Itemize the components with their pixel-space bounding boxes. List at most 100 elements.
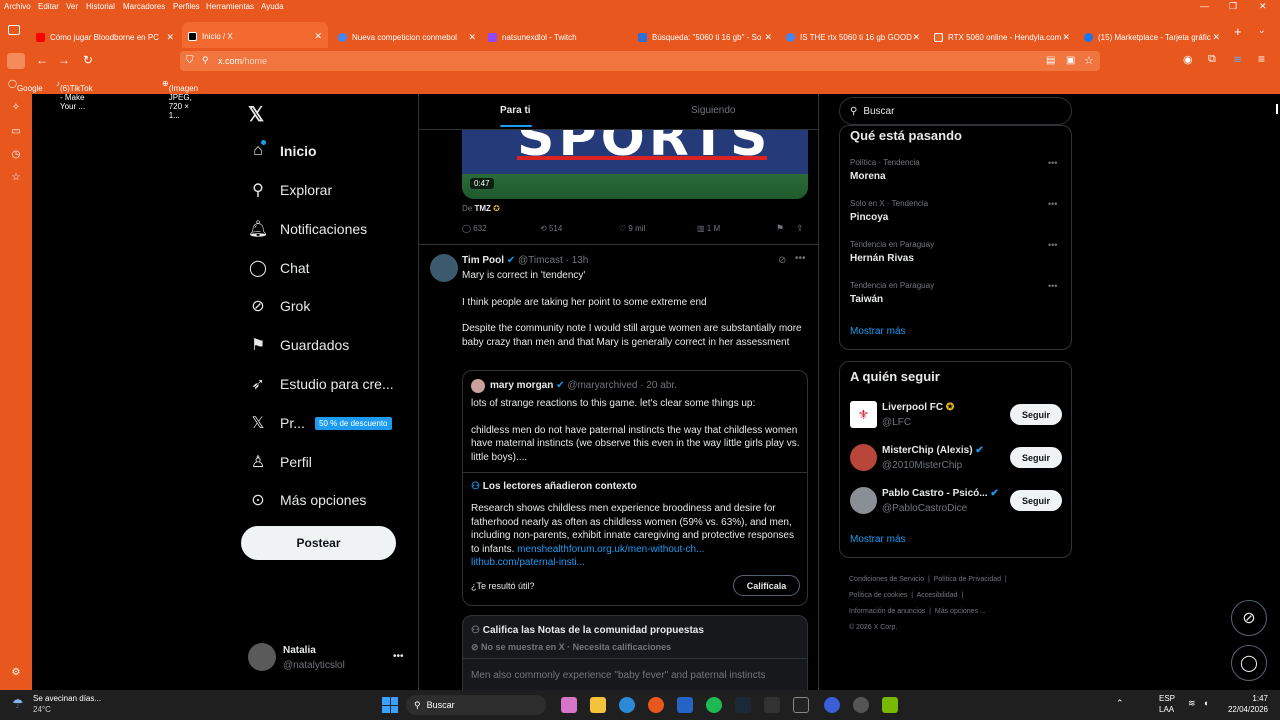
settings-icon[interactable]: ⚙	[10, 667, 22, 679]
trends-show-more[interactable]: Mostrar más	[850, 326, 906, 337]
reader-view-icon[interactable]: ▤	[1046, 55, 1055, 66]
firefox-icon[interactable]	[648, 697, 664, 713]
epic-games-icon[interactable]	[793, 697, 809, 713]
wtf-name[interactable]: Liverpool FC ✪	[882, 402, 954, 413]
grok-float-icon[interactable]: ⊘	[1231, 600, 1267, 636]
scrollbar-thumb[interactable]	[1276, 104, 1278, 114]
view-count[interactable]: ▥ 1 M	[697, 224, 720, 233]
tab-busqueda[interactable]: Búsqueda: "5060 ti 16 gb" - So ✕	[632, 23, 778, 51]
new-tab-icon[interactable]: +	[1234, 24, 1242, 39]
windows-start-icon[interactable]	[382, 697, 398, 713]
lfc-crest-icon[interactable]: ⚜	[850, 401, 877, 428]
picture-icon[interactable]: ▣	[1066, 55, 1075, 66]
author-handle[interactable]: @Timcast	[518, 255, 563, 266]
reply-count[interactable]: ◯ 632	[462, 224, 487, 233]
minimize-icon[interactable]: —	[1200, 1, 1209, 11]
tab-conmebol[interactable]: Nueva competicion conmebol ✕	[332, 23, 482, 51]
wtf-name[interactable]: MisterChip (Alexis) ✔	[882, 445, 984, 456]
volume-icon[interactable]: ◖	[1203, 698, 1208, 708]
close-window-icon[interactable]: ✕	[1259, 1, 1267, 12]
footer-link[interactable]: Accesibilidad	[917, 592, 958, 599]
wtf-name[interactable]: Pablo Castro - Psicó... ✔	[882, 488, 999, 499]
clock-date[interactable]: 22/04/2026	[1224, 705, 1268, 714]
wtf-show-more[interactable]: Mostrar más	[850, 534, 906, 545]
source-name[interactable]: TMZ	[474, 204, 490, 213]
footer-link[interactable]: Condiciones de Servicio	[849, 576, 924, 583]
bookmark-star-icon[interactable]: ☆	[1084, 54, 1094, 67]
wifi-icon[interactable]: ≋	[1188, 698, 1196, 709]
url-bar[interactable]: ⛉ ⚲ x.com/home ▤ ▣ ☆	[180, 51, 1100, 71]
nav-guardados[interactable]: ⚑ Guardados	[248, 330, 349, 360]
tab-overview-icon[interactable]	[8, 25, 20, 35]
post-button[interactable]: Postear	[241, 526, 396, 560]
tab-list-icon[interactable]: ⌄	[1258, 25, 1266, 36]
reload-icon[interactable]: ↻	[83, 53, 93, 67]
trend-item[interactable]: Tendencia en Paraguay Taiwán	[850, 281, 1060, 305]
follow-button[interactable]: Seguir	[1010, 447, 1062, 468]
forward-icon[interactable]: →	[58, 53, 70, 67]
nav-estudio[interactable]: ➶ Estudio para cre...	[248, 369, 393, 399]
follow-button[interactable]: Seguir	[1010, 490, 1062, 511]
tweet-more-icon[interactable]: •••	[795, 253, 806, 264]
trend-more-icon[interactable]: •••	[1048, 199, 1057, 209]
tab-twitch[interactable]: natsunexdlol - Twitch	[482, 23, 632, 51]
avatar[interactable]	[850, 444, 877, 471]
nav-grok[interactable]: ⊘ Grok	[248, 291, 310, 321]
share-icon[interactable]: ⇪	[796, 223, 804, 234]
trend-item[interactable]: Política · Tendencia Morena	[850, 158, 1060, 182]
footer-link[interactable]: Política de cookies	[849, 592, 907, 599]
bookmark-google[interactable]: ◯ Google	[8, 79, 43, 93]
close-tab-icon[interactable]: ✕	[1212, 32, 1220, 43]
ai-chat-icon[interactable]: ✧	[10, 102, 22, 114]
tab-marketplace[interactable]: (15) Marketplace - Tarjeta gráfic ✕	[1078, 23, 1226, 51]
history-icon[interactable]: ◷	[10, 149, 22, 161]
nav-inicio[interactable]: ⌂ Inicio	[248, 136, 316, 166]
obs-icon[interactable]	[853, 697, 869, 713]
weather-icon[interactable]: ☂	[12, 696, 24, 712]
context-link[interactable]: menshealthforum.org.uk/men-without-ch...	[517, 544, 704, 555]
avatar[interactable]	[248, 643, 276, 671]
tab-bloodborne[interactable]: Cómo jugar Bloodborne en PC ✕	[30, 23, 180, 51]
trend-item[interactable]: Tendencia en Paraguay Hernán Rivas	[850, 240, 1060, 264]
language-code[interactable]: ESP	[1159, 694, 1175, 703]
nvidia-icon[interactable]	[882, 697, 898, 713]
account-name[interactable]: Natalia	[283, 645, 316, 656]
weather-title[interactable]: Se avecinan días...	[33, 694, 101, 703]
taskbar-search[interactable]: ⚲ Buscar	[406, 695, 546, 715]
sync-tabs-icon[interactable]: ▭	[10, 126, 22, 138]
clock-time[interactable]: 1:47	[1224, 694, 1268, 703]
rate-button[interactable]: Califícala	[733, 575, 800, 596]
account-more-icon[interactable]: •••	[393, 651, 404, 662]
tray-chevron-icon[interactable]: ⌃	[1116, 698, 1124, 709]
bookmark-icon[interactable]: ⚑	[776, 223, 784, 234]
sidebar-toggle-icon[interactable]	[7, 53, 25, 69]
repost-count[interactable]: ⟲ 514	[540, 224, 562, 233]
trend-more-icon[interactable]: •••	[1048, 281, 1057, 291]
steam-icon[interactable]	[735, 697, 751, 713]
shield-icon[interactable]: ⛉	[186, 55, 194, 66]
close-tab-icon[interactable]: ✕	[912, 32, 920, 43]
menu-icon[interactable]: ≡	[1258, 52, 1265, 66]
file-explorer-icon[interactable]	[590, 697, 606, 713]
avatar[interactable]	[850, 487, 877, 514]
account-handle[interactable]: @natalyticslol	[283, 660, 345, 671]
spotify-icon[interactable]	[706, 697, 722, 713]
footer-link[interactable]: Política de Privacidad	[934, 576, 1001, 583]
tab-siguiendo[interactable]: Siguiendo	[691, 105, 735, 116]
nav-mas-opciones[interactable]: ⊙ Más opciones	[248, 485, 366, 515]
menu-editar[interactable]: Editar	[38, 2, 59, 11]
trend-item[interactable]: Solo en X · Tendencia Pincoya	[850, 199, 1060, 223]
footer-link[interactable]: Información de anuncios	[849, 608, 925, 615]
permissions-icon[interactable]: ⚲	[202, 55, 209, 66]
menu-archivo[interactable]: Archivo	[4, 2, 31, 11]
tab-rtx-good[interactable]: IS THE rtx 5060 ti 16 gb GOOD ✕	[780, 23, 926, 51]
menu-historial[interactable]: Historial	[86, 2, 115, 11]
footer-link[interactable]: Más opciones ...	[935, 608, 986, 615]
close-tab-icon[interactable]: ✕	[1062, 32, 1070, 43]
trend-more-icon[interactable]: •••	[1048, 158, 1057, 168]
bookmark-tiktok[interactable]: ♪ (6)TikTok - Make Your ...	[56, 79, 93, 111]
follow-button[interactable]: Seguir	[1010, 404, 1062, 425]
menu-marcadores[interactable]: Marcadores	[123, 2, 165, 11]
mail-icon[interactable]	[677, 697, 693, 713]
extensions-icon[interactable]: ⧉	[1208, 53, 1216, 66]
